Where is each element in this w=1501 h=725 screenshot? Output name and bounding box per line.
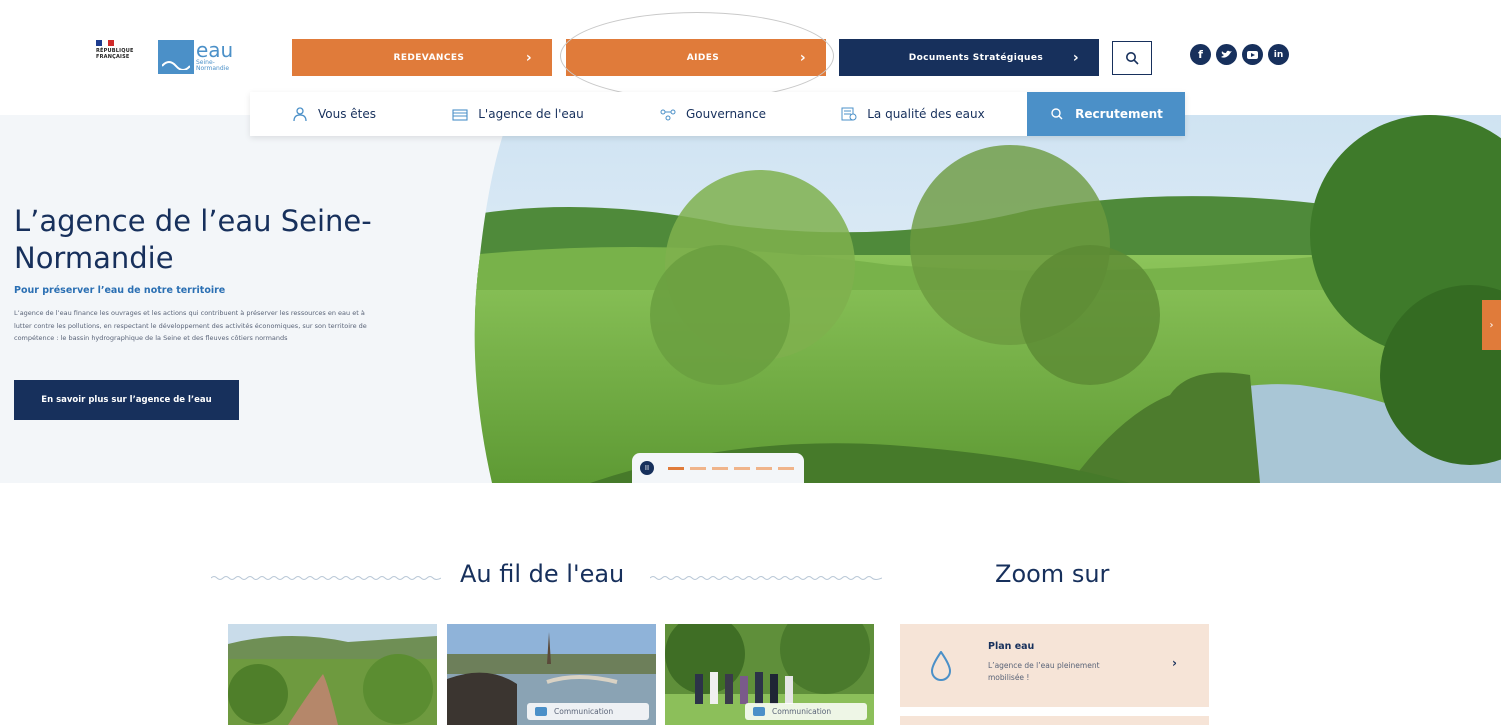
slider-dot[interactable] (756, 466, 772, 470)
en-savoir-plus-button[interactable]: En savoir plus sur l’agence de l’eau (14, 380, 239, 420)
slider-dot[interactable] (690, 466, 706, 470)
twitter-icon[interactable] (1216, 44, 1237, 65)
recrutement-label: Recrutement (1075, 107, 1163, 121)
logo-rf-line-2: FRANÇAISE (96, 54, 130, 60)
news-card[interactable]: Communication (447, 624, 656, 725)
nav-item-label: L'agence de l'eau (478, 107, 584, 121)
redevances-button[interactable]: REDEVANCES › (292, 39, 552, 76)
wave-divider (650, 576, 882, 580)
nav-item-label: La qualité des eaux (867, 107, 985, 121)
hero-banner: L’agence de l’eau Seine-Normandie Pour p… (0, 115, 1501, 483)
french-flag-icon (96, 40, 114, 46)
search-icon (1051, 108, 1063, 120)
slider-dot[interactable] (668, 466, 684, 470)
nav-item-vous-etes[interactable]: Vous êtes (250, 92, 418, 136)
slider-dot[interactable] (778, 466, 794, 470)
chat-icon (535, 707, 547, 716)
nav-item-label: Gouvernance (686, 107, 766, 121)
zoom-sur-title: Zoom sur (995, 560, 1110, 588)
zoom-card-description: L’agence de l’eau pleinement mobilisée ! (988, 661, 1100, 682)
logo-word: eau Seine-Normandie (194, 40, 233, 74)
nav-item-agence[interactable]: L'agence de l'eau (418, 92, 618, 136)
news-card[interactable]: Communication (665, 624, 874, 725)
hero-subtitle: Pour préserver l’eau de notre territoire (14, 285, 226, 296)
recrutement-button[interactable]: Recrutement (1027, 92, 1185, 136)
hero-title: L’agence de l’eau Seine-Normandie (14, 204, 372, 275)
youtube-icon[interactable] (1242, 44, 1263, 65)
republique-francaise-logo[interactable]: RÉPUBLIQUE FRANÇAISE (96, 40, 142, 80)
chevron-right-icon: › (525, 49, 532, 66)
redevances-label: REDEVANCES (393, 52, 465, 63)
category-tag: Communication (527, 703, 649, 720)
slider-controls: II (632, 453, 804, 483)
water-drop-icon (930, 651, 952, 681)
news-card[interactable] (228, 624, 437, 725)
user-icon (293, 107, 307, 121)
pause-icon[interactable]: II (640, 461, 654, 475)
landscape-photo (474, 115, 1501, 483)
nav-item-label: Vous êtes (317, 107, 376, 121)
category-tag-label: Communication (772, 707, 832, 716)
category-tag: Communication (745, 703, 867, 720)
slider-dot[interactable] (712, 466, 728, 470)
river-photo (228, 624, 437, 725)
search-icon (1126, 52, 1139, 65)
zoom-card-plan-eau[interactable]: Plan eau L’agence de l’eau pleinement mo… (900, 624, 1209, 707)
facebook-icon[interactable]: f (1190, 44, 1211, 65)
linkedin-icon[interactable]: in (1268, 44, 1289, 65)
network-icon (660, 109, 676, 121)
logo-wave-icon (158, 40, 194, 74)
chevron-right-icon: › (1072, 49, 1079, 66)
hero-description: L’agence de l’eau finance les ouvrages e… (14, 309, 367, 342)
aides-button[interactable]: AIDES › (566, 39, 826, 76)
documents-label: Documents Stratégiques (908, 52, 1044, 63)
category-tag-label: Communication (554, 707, 614, 716)
chat-icon (753, 707, 765, 716)
wave-divider (211, 576, 441, 580)
documents-strategiques-button[interactable]: Documents Stratégiques › (839, 39, 1099, 76)
zoom-card-title: Plan eau (988, 641, 1035, 652)
search-button[interactable] (1112, 41, 1152, 75)
nav-item-qualite-eaux[interactable]: La qualité des eaux (808, 92, 1018, 136)
nav-item-gouvernance[interactable]: Gouvernance (618, 92, 808, 136)
au-fil-de-l-eau-title: Au fil de l'eau (460, 560, 625, 588)
zoom-card[interactable] (900, 716, 1209, 725)
slider-next-button[interactable]: › (1482, 300, 1501, 350)
building-icon (452, 109, 468, 121)
secondary-nav: Vous êtes L'agence de l'eau Gouvernance … (250, 92, 1185, 136)
aides-label: AIDES (686, 52, 720, 63)
chevron-right-icon: › (1172, 656, 1177, 670)
chevron-right-icon: › (799, 49, 806, 66)
agence-eau-logo[interactable]: eau Seine-Normandie (158, 40, 233, 74)
document-icon (841, 107, 857, 121)
slider-dot[interactable] (734, 466, 750, 470)
